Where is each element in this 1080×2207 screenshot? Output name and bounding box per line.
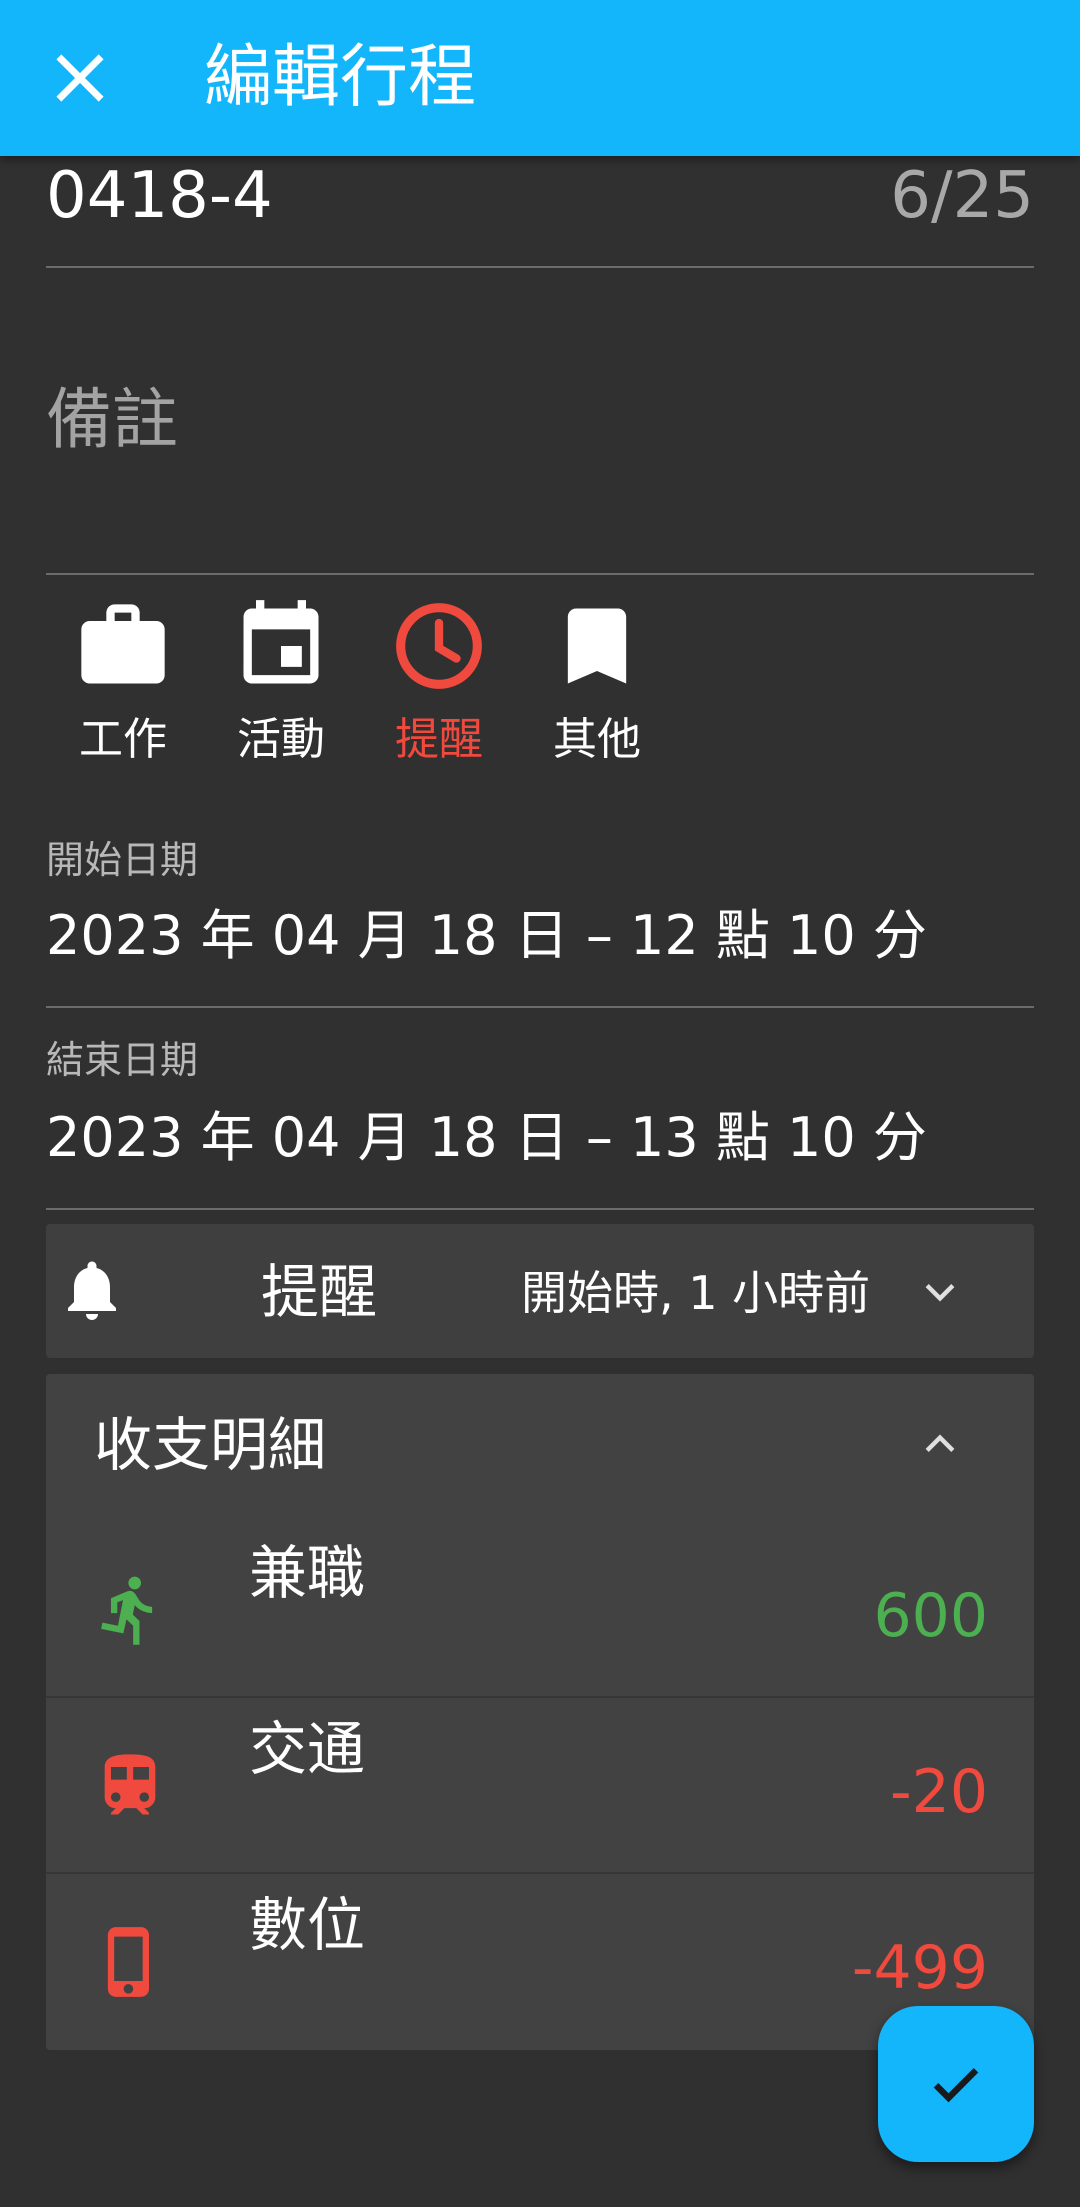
ledger-item-name: 數位 — [249, 1891, 366, 1959]
calendar-icon — [243, 600, 319, 684]
briefcase-icon — [81, 604, 165, 684]
save-button[interactable] — [878, 2006, 1034, 2162]
end-date-divider — [46, 1208, 1034, 1210]
chevron-up-icon[interactable] — [918, 1422, 962, 1466]
category-label: 工作 — [79, 714, 167, 765]
reminder-label: 提醒 — [261, 1258, 378, 1326]
chevron-down-icon — [925, 1284, 955, 1302]
ledger-item[interactable]: 交通 -20 — [46, 1698, 1034, 1874]
check-icon — [933, 2067, 979, 2103]
train-icon — [104, 1754, 156, 1815]
title-input[interactable]: 0418-4 6/25 — [46, 160, 1080, 270]
page-title: 編輯行程 — [204, 38, 477, 117]
ledger-item-name: 交通 — [249, 1715, 366, 1783]
start-date-label: 開始日期 — [46, 838, 199, 882]
category-reminder[interactable]: 提醒 — [374, 596, 504, 768]
category-label: 活動 — [237, 714, 325, 765]
title-input-value: 0418-4 — [46, 159, 273, 233]
start-date-field[interactable]: 2023 年 04 月 18 日 – 12 點 10 分 — [46, 904, 927, 968]
category-label: 其他 — [553, 714, 641, 765]
close-icon[interactable] — [48, 46, 112, 110]
ledger-title[interactable]: 收支明細 — [94, 1410, 326, 1480]
category-label: 提醒 — [395, 714, 483, 765]
reminder-dropdown[interactable]: 提醒 開始時, 1 小時前 — [46, 1224, 1034, 1358]
notes-divider — [46, 573, 1034, 575]
bell-icon — [68, 1261, 116, 1320]
category-activity[interactable]: 活動 — [216, 596, 346, 768]
bookmark-icon — [567, 608, 627, 684]
clock-icon — [396, 603, 482, 689]
ledger-item-amount: -20 — [890, 1757, 988, 1827]
reminder-value: 開始時, 1 小時前 — [521, 1266, 871, 1320]
ledger-item-amount: 600 — [873, 1581, 988, 1651]
character-counter: 6/25 — [890, 159, 1034, 233]
end-date-field[interactable]: 2023 年 04 月 18 日 – 13 點 10 分 — [46, 1106, 927, 1170]
ledger-item-amount: -499 — [851, 1933, 988, 2003]
ledger-item-name: 兼職 — [249, 1539, 366, 1607]
title-divider — [46, 266, 1034, 268]
ledger-item[interactable]: 兼職 600 — [46, 1522, 1034, 1698]
category-other[interactable]: 其他 — [532, 596, 662, 768]
running-person-icon — [101, 1576, 153, 1645]
phone-icon — [107, 1927, 149, 1997]
start-date-divider — [46, 1006, 1034, 1008]
notes-input[interactable]: 備註 — [46, 380, 178, 460]
ledger-panel: 收支明細 兼職 600 交通 -20 數位 -499 — [46, 1374, 1034, 2050]
category-work[interactable]: 工作 — [58, 596, 188, 768]
end-date-label: 結束日期 — [46, 1038, 199, 1082]
app-bar: 編輯行程 — [0, 0, 1080, 156]
